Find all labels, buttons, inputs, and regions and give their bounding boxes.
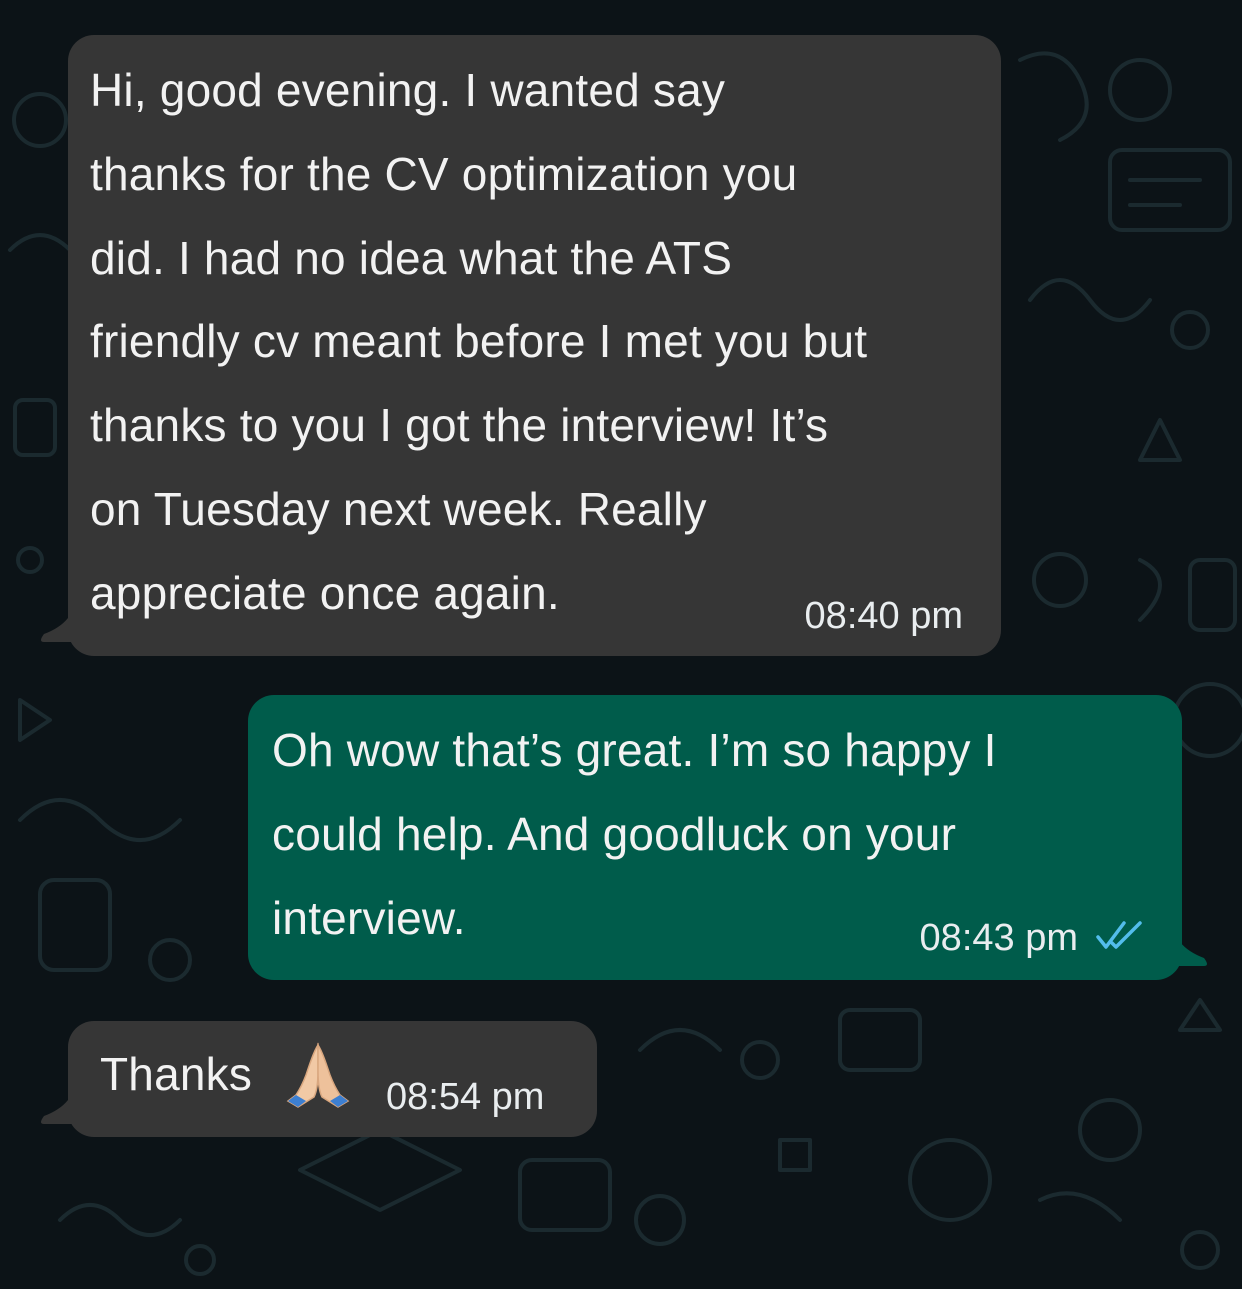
message-timestamp: 08:40 pm [804, 595, 963, 637]
message-timestamp: 08:43 pm [919, 917, 1078, 959]
outgoing-bubble-tail [1170, 942, 1207, 966]
folded-hands-emoji-icon [286, 1042, 350, 1108]
incoming-bubble-tail [41, 618, 78, 642]
message-timestamp: 08:54 pm [386, 1076, 545, 1118]
incoming-bubble-tail [41, 1100, 78, 1124]
double-check-read-icon [1096, 921, 1142, 949]
outgoing-message-bubble[interactable]: Oh wow that’s great. I’m so happy I coul… [248, 695, 1182, 980]
message-text: Thanks [100, 1048, 253, 1100]
message-text: Hi, good evening. I wanted say thanks fo… [90, 64, 868, 619]
message-text: Oh wow that’s great. I’m so happy I coul… [272, 724, 997, 944]
incoming-message-bubble[interactable]: Thanks 08:54 pm [68, 1021, 597, 1137]
incoming-message-bubble[interactable]: Hi, good evening. I wanted say thanks fo… [68, 35, 1001, 656]
